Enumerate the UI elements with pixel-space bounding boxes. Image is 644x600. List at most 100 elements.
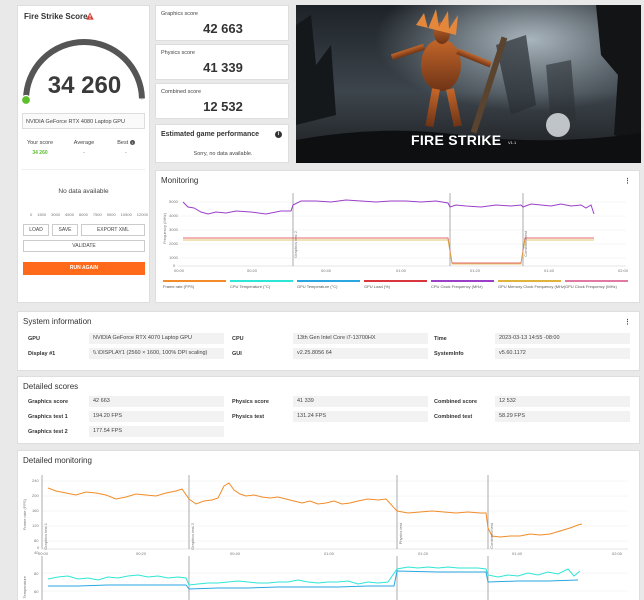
- physics-score-value: 41 339: [293, 396, 428, 407]
- test-marker: Graphics test 1: [43, 523, 48, 550]
- physics-score-value: 41 339: [203, 60, 243, 75]
- combined-score-label: Combined score: [161, 89, 202, 95]
- no-data-text: No data available: [58, 188, 109, 195]
- your-score-value: 34 260: [32, 150, 48, 156]
- your-score-column: Your score 34 260: [20, 140, 60, 156]
- axis-tick: 4500: [65, 212, 74, 217]
- combined-test-value: 58.29 FPS: [495, 411, 630, 422]
- detailed-monitoring-chart: [41, 475, 628, 600]
- score-card: Fire Strike Score 34 260 NVIDIA GeForce …: [17, 5, 150, 303]
- x-tick: 01:40: [544, 268, 555, 273]
- legend-item[interactable]: Frame rate (FPS): [163, 280, 226, 289]
- combined-score-card: Combined score 12 532: [155, 83, 289, 119]
- y2-tick: 80: [34, 571, 39, 576]
- legend-label: Frame rate (FPS): [163, 284, 195, 289]
- legend-item[interactable]: GPU Clock Frequency (MHz): [565, 280, 628, 289]
- graphics-score-value: 42 663: [89, 396, 224, 407]
- y-tick: 160: [32, 508, 39, 513]
- monitoring-panel: Monitoring ⋮ Frequency (MHz) 5000 4000 3…: [155, 170, 640, 303]
- x-tick: 01:00: [324, 551, 335, 556]
- y-tick: 80: [34, 538, 39, 543]
- x-tick: 01:20: [470, 268, 481, 273]
- x-tick: 00:00: [38, 551, 49, 556]
- legend-label: GPU Load (%): [364, 284, 391, 289]
- system-information-title: System information: [23, 317, 92, 326]
- combined-test-label: Combined test: [434, 414, 473, 420]
- axis-tick: 9000: [106, 212, 116, 217]
- axis-tick: 1500: [37, 212, 47, 217]
- graphics-score-value: 42 663: [203, 21, 243, 36]
- detailed-y2-label: Temperature: [22, 576, 27, 599]
- info-icon[interactable]: i: [275, 131, 282, 138]
- axis-tick: 7500: [92, 212, 102, 217]
- best-value: -: [125, 150, 127, 156]
- estimated-performance-message: Sorry, no data available.: [193, 151, 253, 157]
- cpu-value: 13th Gen Intel Core i7-13700HX: [293, 333, 428, 344]
- hero-version: V1.1: [508, 140, 517, 145]
- combined-score-value: 12 532: [203, 99, 243, 114]
- gui-label: GUI: [232, 351, 242, 357]
- gpu-name: NVIDIA GeForce RTX 4080 Laptop GPU: [22, 113, 145, 129]
- run-again-button[interactable]: RUN AGAIN: [23, 262, 145, 275]
- y2-tick: 60: [34, 589, 39, 594]
- gpu-label: GPU: [28, 336, 40, 342]
- save-button[interactable]: SAVE: [52, 224, 78, 236]
- detailed-scores-panel: Detailed scores Graphics score 42 663 Gr…: [17, 376, 640, 444]
- graphics-test2-label: Graphics test 2: [28, 429, 68, 435]
- gpu-value: NVIDIA GeForce RTX 4070 Laptop GPU: [89, 333, 224, 344]
- graphics-score-label: Graphics score: [161, 11, 198, 17]
- x-tick: 00:00: [174, 268, 185, 273]
- combined-score-value: 12 532: [495, 396, 630, 407]
- monitoring-y-label: Frequency (MHz): [162, 213, 167, 244]
- average-label: Average: [73, 140, 95, 146]
- detailed-scores-title: Detailed scores: [23, 382, 79, 391]
- physics-score-label: Physics score: [161, 50, 195, 56]
- warning-icon: [86, 12, 94, 20]
- your-score-label: Your score: [26, 140, 54, 146]
- legend-item[interactable]: CPU Temperature (°C): [230, 280, 293, 289]
- display-value: \\.\DISPLAY1 (2560 × 1600, 100% DPI scal…: [89, 348, 224, 359]
- legend-swatch: [297, 280, 360, 282]
- systeminfo-label: SystemInfo: [434, 351, 464, 357]
- x-tick: 01:40: [512, 551, 523, 556]
- legend-item[interactable]: GPU Memory Clock Frequency (MHz): [498, 280, 565, 289]
- test-marker: Graphics test 2: [293, 231, 298, 258]
- estimated-performance-card: Estimated game performance i Sorry, no d…: [155, 124, 289, 163]
- combined-score-label: Combined score: [434, 399, 478, 405]
- legend-item[interactable]: GPU Temperature (°C): [297, 280, 360, 289]
- physics-test-label: Physics test: [232, 414, 265, 420]
- more-options-icon[interactable]: ⋮: [624, 318, 631, 326]
- test-marker: Combined test: [489, 523, 494, 549]
- legend-label: GPU Clock Frequency (MHz): [565, 284, 617, 289]
- graphics-score-card: Graphics score 42 663: [155, 5, 289, 41]
- legend-label: GPU Memory Clock Frequency (MHz): [498, 284, 566, 289]
- x-tick: 01:00: [396, 268, 407, 273]
- legend-swatch: [230, 280, 293, 282]
- load-button[interactable]: LOAD: [23, 224, 49, 236]
- legend-item[interactable]: GPU Load (%): [364, 280, 427, 289]
- detailed-monitoring-panel: Detailed monitoring Frame rate (FPS) 240…: [17, 450, 640, 600]
- display-label: Display #1: [28, 351, 56, 357]
- time-value: 2023-03-13 14:55 -08:00: [495, 333, 630, 344]
- export-xml-button[interactable]: EXPORT XML: [81, 224, 145, 236]
- legend-swatch: [431, 280, 494, 282]
- fire-strike-banner: FIRE STRIKE V1.1: [296, 5, 641, 163]
- legend-swatch: [364, 280, 427, 282]
- system-information-panel: System information ⋮ GPU NVIDIA GeForce …: [17, 311, 640, 371]
- graphics-test1-label: Graphics test 1: [28, 414, 68, 420]
- average-value: -: [83, 150, 85, 156]
- distribution-axis: 0 1500 3000 4500 6000 7500 9000 10500 12…: [30, 212, 148, 217]
- legend-item[interactable]: CPU Clock Frequency (MHz): [431, 280, 494, 289]
- graphics-test2-value: 177.54 FPS: [89, 426, 224, 437]
- validate-button[interactable]: VALIDATE: [23, 240, 145, 252]
- x-tick: 00:40: [321, 268, 332, 273]
- x-tick: 00:40: [230, 551, 241, 556]
- x-tick: 02:00: [618, 268, 629, 273]
- estimated-performance-title: Estimated game performance: [161, 131, 260, 138]
- hero-title: FIRE STRIKE: [411, 132, 502, 148]
- info-icon[interactable]: i: [129, 140, 135, 145]
- legend-label: CPU Temperature (°C): [230, 284, 271, 289]
- y-tick: 200: [32, 493, 39, 498]
- axis-tick: 6000: [78, 212, 88, 217]
- physics-test-value: 131.24 FPS: [293, 411, 428, 422]
